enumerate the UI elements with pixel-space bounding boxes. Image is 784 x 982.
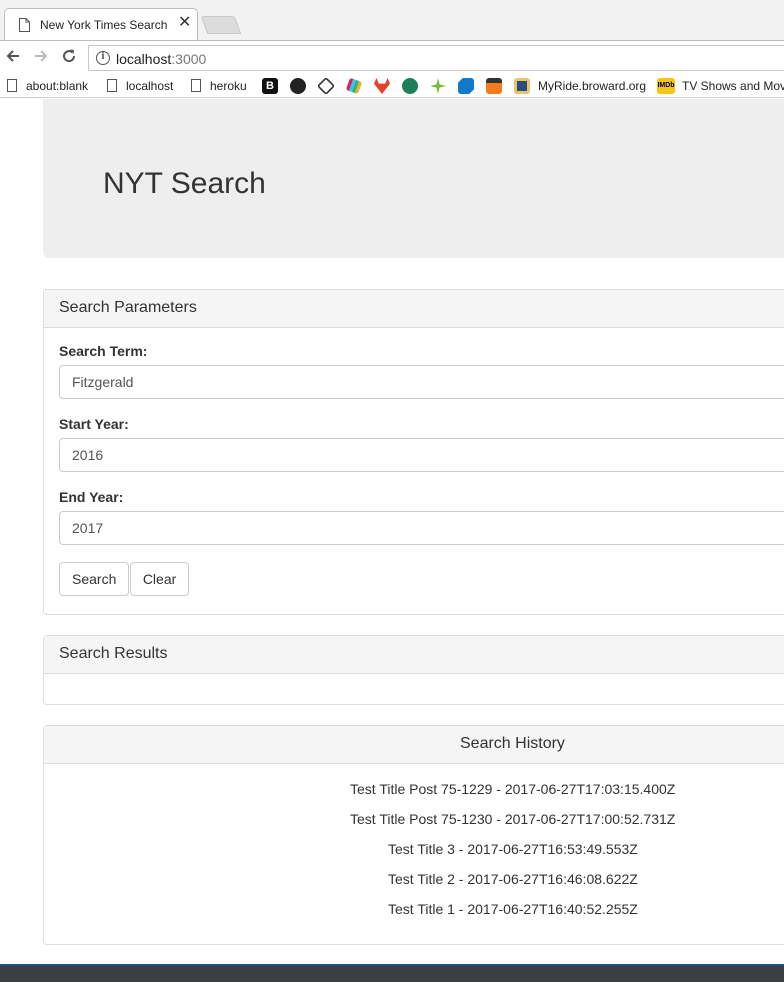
- page-title: NYT Search: [103, 167, 266, 200]
- start-year-label: Start Year:: [59, 416, 129, 432]
- history-item[interactable]: Test Title 3 - 2017-06-27T16:53:49.553Z: [388, 837, 784, 867]
- search-button[interactable]: Search: [59, 562, 130, 596]
- results-body: [44, 674, 784, 704]
- github-icon[interactable]: [290, 78, 306, 94]
- bookmark-about-blank[interactable]: about:blank: [7, 78, 88, 94]
- gitlab-icon[interactable]: [374, 78, 390, 94]
- history-item[interactable]: Test Title 2 - 2017-06-27T16:46:08.622Z: [388, 867, 784, 897]
- bookmark-heroku[interactable]: heroku: [191, 78, 247, 94]
- bookmark-myride[interactable]: MyRide.broward.org: [538, 78, 646, 94]
- imdb-icon[interactable]: IMDb: [657, 78, 675, 94]
- forward-arrow-icon[interactable]: [31, 47, 51, 67]
- badge-icon[interactable]: [514, 78, 530, 94]
- jumbotron: NYT Search: [43, 99, 784, 258]
- panel-heading: Search Results: [44, 636, 784, 674]
- codepen-icon[interactable]: [316, 76, 336, 96]
- reload-icon[interactable]: [59, 47, 79, 67]
- b-bookmark-icon[interactable]: B: [262, 78, 278, 94]
- os-taskbar: [0, 964, 784, 982]
- bookmark-tv-shows[interactable]: TV Shows and Movies: [682, 78, 784, 94]
- search-term-input[interactable]: [59, 365, 784, 399]
- bookmarks-bar: about:blank localhost heroku B MyRide.br…: [0, 74, 784, 98]
- panel-heading: Search History: [44, 726, 784, 764]
- search-results-panel: Search Results: [43, 635, 784, 705]
- info-icon[interactable]: i: [96, 51, 110, 65]
- star-icon[interactable]: [430, 78, 446, 94]
- search-parameters-panel: Search Parameters Search Term: Start Yea…: [43, 289, 784, 615]
- slack-icon[interactable]: [345, 77, 363, 95]
- history-item[interactable]: Test Title 1 - 2017-06-27T16:40:52.255Z: [388, 897, 784, 927]
- ufc-icon[interactable]: [402, 78, 418, 94]
- end-year-label: End Year:: [59, 489, 124, 505]
- end-year-input[interactable]: [59, 511, 784, 545]
- discover-icon[interactable]: [486, 78, 502, 94]
- start-year-input[interactable]: [59, 438, 784, 472]
- browser-tab[interactable]: New York Times Search ✕: [4, 8, 198, 40]
- tab-strip: New York Times Search ✕: [0, 0, 784, 40]
- clear-button[interactable]: Clear: [129, 562, 190, 596]
- page-viewport: NYT Search Search Parameters Search Term…: [0, 99, 784, 964]
- panel-heading: Search Parameters: [44, 290, 784, 328]
- chase-icon[interactable]: [458, 78, 474, 94]
- browser-toolbar: i localhost:3000: [0, 40, 784, 74]
- search-history-panel: Search History Test Title Post 75-1229 -…: [43, 725, 784, 945]
- page-icon: [19, 18, 30, 32]
- bookmark-localhost[interactable]: localhost: [107, 78, 173, 94]
- close-tab-icon[interactable]: ✕: [178, 15, 191, 31]
- url-text: localhost:3000: [116, 51, 207, 67]
- history-list: Test Title Post 75-1229 - 2017-06-27T17:…: [44, 764, 784, 942]
- page-icon: [191, 79, 201, 92]
- back-arrow-icon[interactable]: [3, 47, 23, 67]
- page-icon: [107, 79, 117, 92]
- search-term-label: Search Term:: [59, 343, 148, 359]
- history-item[interactable]: Test Title Post 75-1230 - 2017-06-27T17:…: [350, 807, 784, 837]
- page-icon: [7, 79, 17, 92]
- search-form: Search Term: Start Year: End Year: Searc…: [44, 328, 784, 611]
- address-bar[interactable]: i localhost:3000: [88, 45, 784, 71]
- history-item[interactable]: Test Title Post 75-1229 - 2017-06-27T17:…: [350, 777, 784, 807]
- tab-title: New York Times Search: [40, 18, 168, 32]
- new-tab-button[interactable]: [200, 16, 242, 34]
